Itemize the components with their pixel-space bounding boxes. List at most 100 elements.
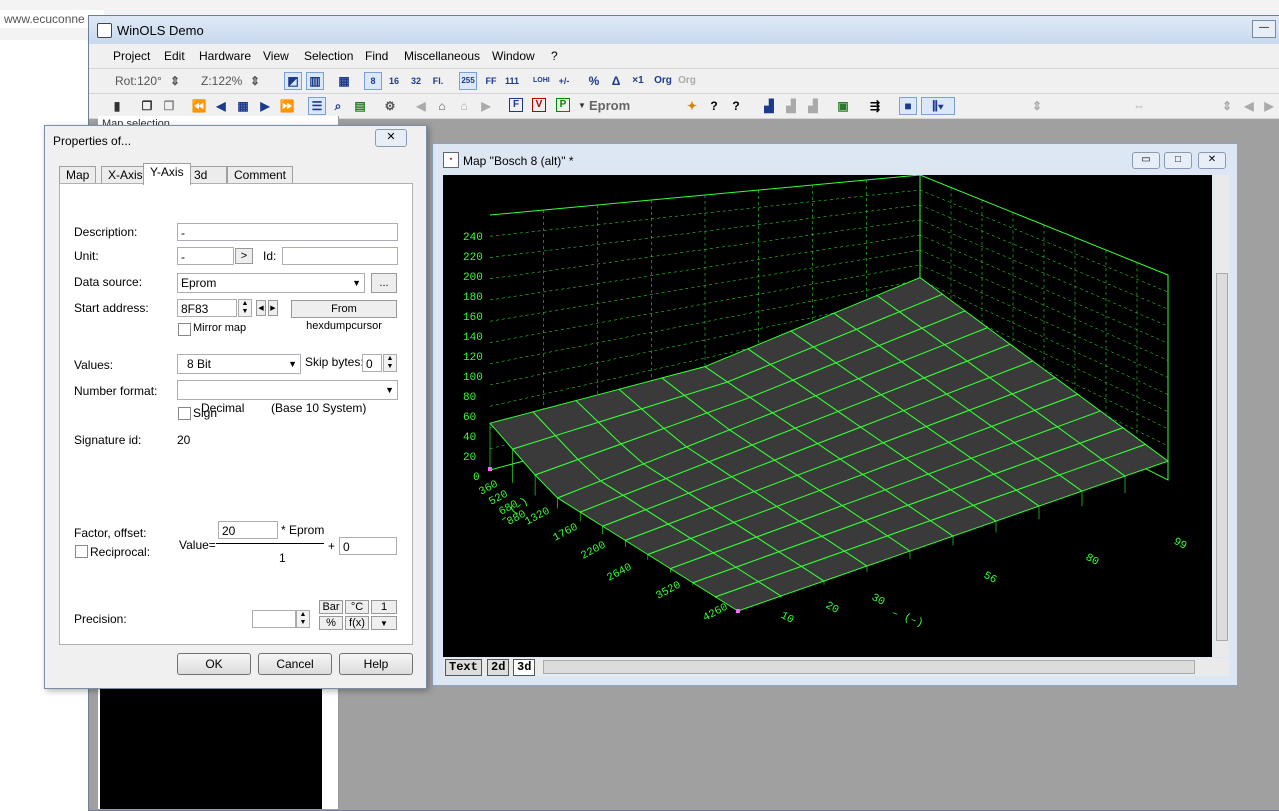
menu-find[interactable]: Find xyxy=(365,49,388,63)
chevron-down-icon[interactable]: ▼ xyxy=(574,98,590,114)
hardware-icon[interactable]: ▮ xyxy=(109,98,125,114)
precision-field[interactable] xyxy=(252,610,296,628)
start-address-field[interactable]: 8F83 xyxy=(177,299,237,317)
data-source-select[interactable]: Eprom ▼ xyxy=(177,273,365,293)
windows-icon[interactable]: ▣ xyxy=(835,98,851,114)
start-address-spinner[interactable]: ▲ ▼ xyxy=(238,299,252,317)
delta-button[interactable]: Δ xyxy=(608,73,624,89)
vertical-scrollbar[interactable] xyxy=(1213,175,1229,657)
unit-percent-button[interactable]: % xyxy=(319,616,343,630)
id-field[interactable] xyxy=(282,247,398,265)
tab-text[interactable]: Text xyxy=(445,659,482,676)
lohi-button[interactable]: LOHI xyxy=(533,73,550,89)
float-button[interactable]: Fl. xyxy=(430,73,446,89)
menu-view[interactable]: View xyxy=(263,49,289,63)
close-icon[interactable]: ✕ xyxy=(375,129,407,147)
tab-y-axis[interactable]: Y-Axis xyxy=(143,163,191,185)
unit-picker-button[interactable]: > xyxy=(235,248,253,264)
unit-function-button[interactable]: f(x) xyxy=(345,616,369,630)
last-icon[interactable]: ⏩ xyxy=(279,98,295,114)
map-maximize-button[interactable]: □ xyxy=(1164,152,1192,169)
zoom-spinner[interactable]: ⇕ xyxy=(247,73,263,89)
minimize-button[interactable]: — xyxy=(1252,20,1276,38)
map-close-button[interactable]: ✕ xyxy=(1198,152,1226,169)
unit-one-button[interactable]: 1 xyxy=(371,600,397,614)
copy-icon[interactable]: ❐ xyxy=(139,98,155,114)
scroll-thumb[interactable] xyxy=(1216,273,1228,641)
number-format-select[interactable]: Decimal (Base 10 System) ▼ xyxy=(177,380,398,415)
columns-icon[interactable]: ⇶ xyxy=(867,98,883,114)
from-hexdump-button[interactable]: From hexdumpcursor xyxy=(291,300,397,332)
binary-button[interactable]: 111 xyxy=(504,73,520,89)
surface-3d-plot[interactable]: 0204060801001201401601802002202403605206… xyxy=(443,175,1212,657)
sign-button[interactable]: +/- xyxy=(556,73,572,89)
layout-icon[interactable]: ⫼▾ xyxy=(921,97,955,115)
tab-3d[interactable]: 3d xyxy=(513,659,536,676)
bit16-button[interactable]: 16 xyxy=(386,73,402,89)
v-button[interactable]: V xyxy=(532,98,546,112)
p-button[interactable]: P xyxy=(556,98,570,112)
paste-icon[interactable]: ❐ xyxy=(161,98,177,114)
spinner-b-icon[interactable]: ⇔ xyxy=(1131,98,1147,114)
data-source-browse-button[interactable]: ... xyxy=(371,273,397,293)
decimal-button[interactable]: 255 xyxy=(459,72,477,90)
menu-hardware[interactable]: Hardware xyxy=(199,49,251,63)
percent-button[interactable]: % xyxy=(586,73,602,89)
precision-spinner[interactable]: ▲ ▼ xyxy=(296,610,310,628)
back-icon[interactable]: ◀ xyxy=(413,98,429,114)
address-right-icon[interactable]: ▶ xyxy=(268,300,278,316)
cancel-button[interactable]: Cancel xyxy=(258,653,332,675)
description-field[interactable]: - xyxy=(177,223,398,241)
help-button[interactable]: Help xyxy=(339,653,413,675)
chart-icon[interactable]: ▟ xyxy=(761,98,777,114)
menu-edit[interactable]: Edit xyxy=(164,49,185,63)
rotation-spinner[interactable]: ⇕ xyxy=(167,73,183,89)
factor-field[interactable]: 20 xyxy=(218,521,278,539)
skip-bytes-spinner[interactable]: ▲ ▼ xyxy=(383,354,397,372)
prev-icon[interactable]: ◀ xyxy=(213,98,229,114)
values-select[interactable]: 8 Bit ▼ xyxy=(177,354,301,374)
prev-map-icon[interactable]: ◀ xyxy=(1241,98,1257,114)
fill-icon[interactable]: ■ xyxy=(899,97,917,115)
spinner-a-icon[interactable]: ⇕ xyxy=(1029,98,1045,114)
offset-field[interactable]: 0 xyxy=(339,537,397,555)
factor-button[interactable]: ×1 xyxy=(630,73,646,89)
home-icon[interactable]: ⌂ xyxy=(434,98,450,114)
map-minimize-button[interactable]: ▭ xyxy=(1132,152,1160,169)
menu-selection[interactable]: Selection xyxy=(304,49,353,63)
chart3-icon[interactable]: ▟ xyxy=(805,98,821,114)
tools-icon[interactable]: ⚙ xyxy=(382,98,398,114)
view-3d-icon[interactable]: ◩ xyxy=(284,72,302,90)
menu-window[interactable]: Window xyxy=(492,49,535,63)
help-icon[interactable]: ? xyxy=(706,98,722,114)
bit8-button[interactable]: 8 xyxy=(364,72,382,90)
horizontal-scrollbar[interactable] xyxy=(543,660,1195,674)
unit-bar-button[interactable]: Bar xyxy=(319,600,343,614)
bit32-button[interactable]: 32 xyxy=(408,73,424,89)
up-icon[interactable]: ⌂ xyxy=(456,98,472,114)
unit-field[interactable]: - xyxy=(177,247,234,265)
view-columns-icon[interactable]: ▥ xyxy=(306,72,324,90)
grid-icon[interactable]: ▦ xyxy=(336,73,352,89)
list-icon[interactable]: ☰ xyxy=(308,97,326,115)
mirror-map-checkbox[interactable] xyxy=(178,323,191,336)
skip-bytes-field[interactable]: 0 xyxy=(362,354,382,372)
chart2-icon[interactable]: ▟ xyxy=(783,98,799,114)
menu-project[interactable]: Project xyxy=(113,49,150,63)
unit-celsius-button[interactable]: °C xyxy=(345,600,369,614)
search-icon[interactable]: ⌕ xyxy=(330,98,346,114)
original-button[interactable]: Org xyxy=(652,73,674,89)
ok-button[interactable]: OK xyxy=(177,653,251,675)
address-left-icon[interactable]: ◀ xyxy=(256,300,266,316)
wand-icon[interactable]: ✦ xyxy=(684,98,700,114)
spinner-c-icon[interactable]: ⇕ xyxy=(1219,98,1235,114)
menu-miscellaneous[interactable]: Miscellaneous xyxy=(404,49,480,63)
forward-icon[interactable]: ▶ xyxy=(478,98,494,114)
reciprocal-checkbox[interactable] xyxy=(75,545,88,558)
table-icon[interactable]: ▦ xyxy=(235,98,251,114)
hex-button[interactable]: FF xyxy=(483,73,499,89)
unit-more-button[interactable]: ▼ xyxy=(371,616,397,630)
sign-checkbox[interactable] xyxy=(178,407,191,420)
f-button[interactable]: F xyxy=(509,98,523,112)
original-compare-button[interactable]: Org xyxy=(676,73,698,89)
